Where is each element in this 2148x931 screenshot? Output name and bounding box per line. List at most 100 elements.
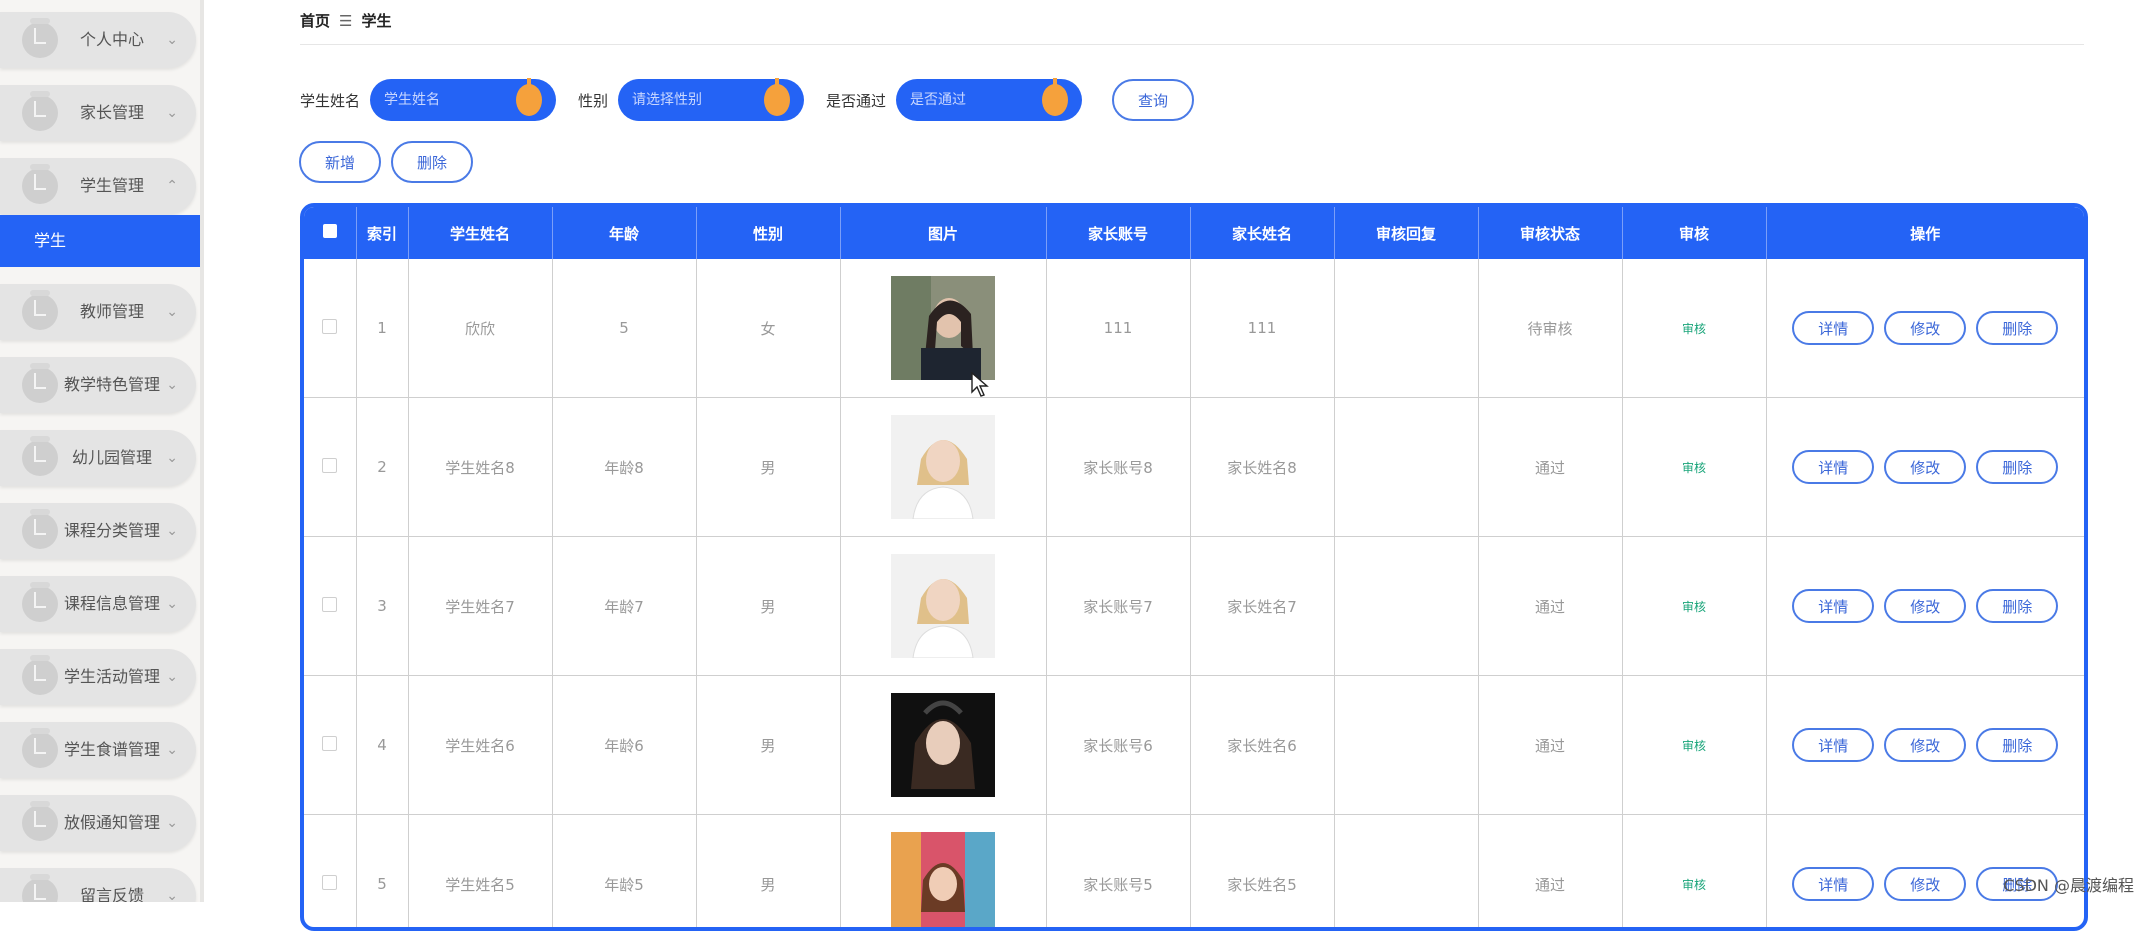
gender-select[interactable]: 请选择性别 [618, 79, 804, 121]
student-photo[interactable] [891, 415, 995, 519]
audit-link[interactable]: 审核 [1682, 600, 1706, 614]
sidebar-item-kindergarten[interactable]: 幼儿园管理 ⌄ [0, 430, 196, 486]
detail-button[interactable]: 详情 [1792, 450, 1874, 484]
sidebar-item-parent-management[interactable]: 家长管理 ⌄ [0, 85, 196, 141]
table-row: 2 学生姓名8 年龄8 男 家长账号8 家长姓名8 通过 审核 [304, 398, 2084, 537]
mouse-cursor-icon [971, 372, 989, 398]
cell-student-name: 欣欣 [408, 259, 552, 398]
menu-icon [22, 878, 58, 902]
column-header: 索引 [356, 207, 408, 259]
sidebar-item-label: 课程分类管理 [62, 503, 162, 559]
sidebar-item-label: 个人中心 [62, 12, 162, 68]
delete-button[interactable]: 删除 [1976, 311, 2058, 345]
cell-operations: 详情 修改 删除 [1766, 676, 2084, 815]
cell-operations: 详情 修改 删除 [1766, 259, 2084, 398]
edit-button[interactable]: 修改 [1884, 728, 1966, 762]
cell-photo [840, 676, 1046, 815]
cell-parent-account: 家长账号7 [1046, 537, 1190, 676]
student-photo[interactable] [891, 693, 995, 797]
cell-parent-account: 家长账号8 [1046, 398, 1190, 537]
student-photo[interactable] [891, 554, 995, 658]
pass-select[interactable]: 是否通过 [896, 79, 1082, 121]
sidebar-item-course-info[interactable]: 课程信息管理 ⌄ [0, 576, 196, 632]
gender-label: 性别 [578, 90, 608, 111]
menu-icon [22, 732, 58, 768]
sidebar-item-teacher-management[interactable]: 教师管理 ⌄ [0, 284, 196, 340]
sidebar-item-feedback[interactable]: 留言反馈 ⌄ [0, 868, 196, 902]
cell-audit-status: 待审核 [1478, 259, 1622, 398]
sidebar-item-student-activity[interactable]: 学生活动管理 ⌄ [0, 649, 196, 705]
add-button[interactable]: 新增 [299, 141, 381, 183]
chevron-down-icon: ⌄ [166, 722, 178, 778]
column-header: 性别 [696, 207, 840, 259]
row-checkbox[interactable] [304, 815, 356, 931]
table-row: 5 学生姓名5 年龄5 男 家长账号5 家长姓名5 通过 审 [304, 815, 2084, 931]
search-form: 学生姓名 学生姓名 性别 请选择性别 是否通过 是否通过 查询 [300, 78, 1194, 122]
cell-index: 3 [356, 537, 408, 676]
cell-operations: 详情 修改 删除 [1766, 398, 2084, 537]
row-checkbox[interactable] [304, 398, 356, 537]
detail-button[interactable]: 详情 [1792, 728, 1874, 762]
cell-audit: 审核 [1622, 537, 1766, 676]
cell-photo [840, 398, 1046, 537]
sidebar-item-personal-center[interactable]: 个人中心 ⌄ [0, 12, 196, 68]
cell-student-name: 学生姓名5 [408, 815, 552, 931]
edit-button[interactable]: 修改 [1884, 450, 1966, 484]
detail-button[interactable]: 详情 [1792, 867, 1874, 901]
query-button[interactable]: 查询 [1112, 79, 1194, 121]
row-checkbox[interactable] [304, 537, 356, 676]
row-checkbox[interactable] [304, 259, 356, 398]
edit-button[interactable]: 修改 [1884, 589, 1966, 623]
sidebar-item-teaching-feature[interactable]: 教学特色管理 ⌄ [0, 357, 196, 413]
column-header: 家长账号 [1046, 207, 1190, 259]
audit-link[interactable]: 审核 [1682, 461, 1706, 475]
cell-operations: 详情 修改 删除 [1766, 537, 2084, 676]
detail-button[interactable]: 详情 [1792, 589, 1874, 623]
cell-index: 5 [356, 815, 408, 931]
delete-button[interactable]: 删除 [1976, 728, 2058, 762]
cell-parent-account: 家长账号5 [1046, 815, 1190, 931]
audit-link[interactable]: 审核 [1682, 878, 1706, 892]
cell-audit-status: 通过 [1478, 398, 1622, 537]
sidebar-item-course-category[interactable]: 课程分类管理 ⌄ [0, 503, 196, 559]
student-photo[interactable] [891, 832, 995, 931]
column-header: 年龄 [552, 207, 696, 259]
cell-index: 2 [356, 398, 408, 537]
breadcrumb-home[interactable]: 首页 [300, 12, 330, 30]
sidebar-item-holiday-notice[interactable]: 放假通知管理 ⌄ [0, 795, 196, 851]
cell-age: 年龄8 [552, 398, 696, 537]
menu-icon [22, 513, 58, 549]
edit-button[interactable]: 修改 [1884, 311, 1966, 345]
chevron-down-icon: ⌄ [166, 576, 178, 632]
sidebar-item-label: 放假通知管理 [62, 795, 162, 851]
cell-photo [840, 259, 1046, 398]
delete-button[interactable]: 删除 [1976, 450, 2058, 484]
column-header: 家长姓名 [1190, 207, 1334, 259]
cell-audit: 审核 [1622, 815, 1766, 931]
audit-link[interactable]: 审核 [1682, 322, 1706, 336]
sidebar-item-student-recipe[interactable]: 学生食谱管理 ⌄ [0, 722, 196, 778]
cell-age: 年龄7 [552, 537, 696, 676]
student-name-input[interactable]: 学生姓名 [370, 79, 556, 121]
delete-button[interactable]: 删除 [1976, 589, 2058, 623]
sidebar-subitem-student[interactable]: 学生 [0, 215, 200, 267]
chevron-up-icon: ⌃ [166, 158, 178, 214]
sidebar-item-label: 留言反馈 [62, 868, 162, 902]
batch-delete-button[interactable]: 删除 [391, 141, 473, 183]
sidebar-item-label: 教学特色管理 [62, 357, 162, 413]
row-checkbox[interactable] [304, 676, 356, 815]
edit-button[interactable]: 修改 [1884, 867, 1966, 901]
sidebar: 个人中心 ⌄ 家长管理 ⌄ 学生管理 ⌃ 学生 教师管理 ⌄ 教学特色管理 ⌄ … [0, 0, 204, 902]
select-all-checkbox[interactable] [304, 207, 356, 259]
cell-parent-name: 家长姓名6 [1190, 676, 1334, 815]
detail-button[interactable]: 详情 [1792, 311, 1874, 345]
cell-photo [840, 537, 1046, 676]
cell-parent-account: 家长账号6 [1046, 676, 1190, 815]
gender-placeholder: 请选择性别 [632, 79, 702, 121]
cell-audit-reply [1334, 815, 1478, 931]
student-photo[interactable] [891, 276, 995, 380]
sidebar-item-student-management[interactable]: 学生管理 ⌃ [0, 158, 196, 214]
cell-audit-status: 通过 [1478, 676, 1622, 815]
breadcrumb: 首页☰学生 [300, 10, 391, 31]
audit-link[interactable]: 审核 [1682, 739, 1706, 753]
